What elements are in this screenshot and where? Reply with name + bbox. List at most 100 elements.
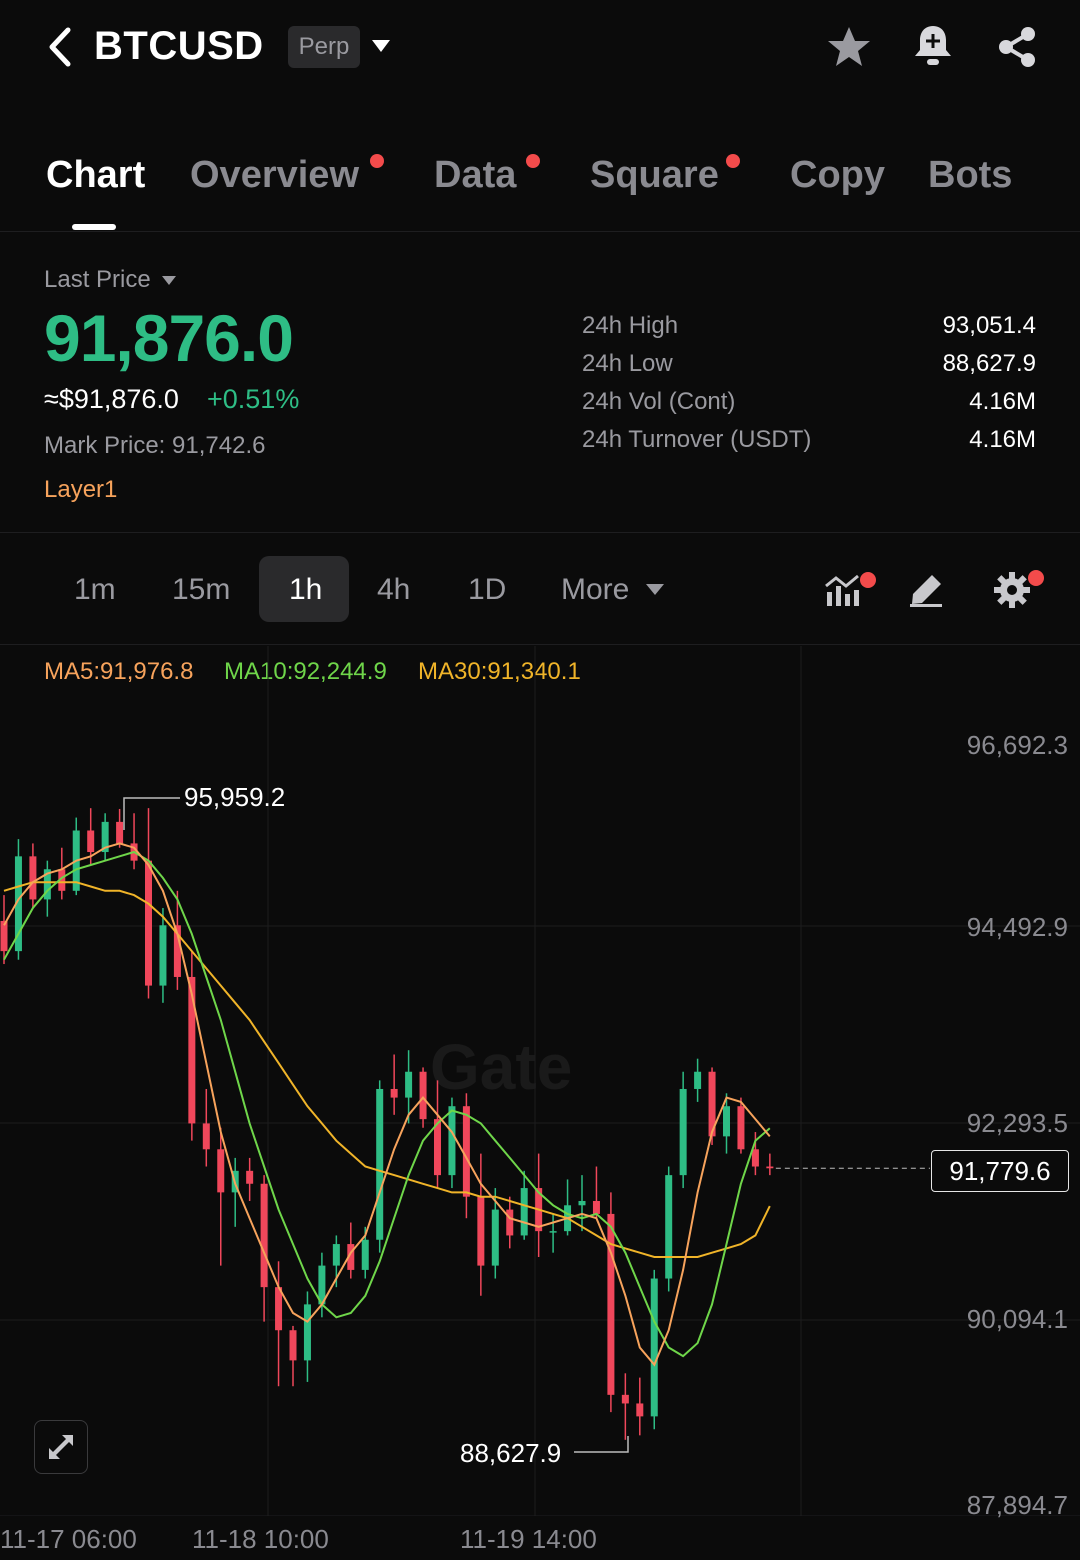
candle-up [549,1231,557,1233]
stat-24h-low-label: 24h Low [582,350,673,377]
candle-up [679,1088,687,1176]
tab-data[interactable]: Data [434,154,516,197]
timeframe-4h[interactable]: 4h [377,574,410,638]
y-axis-label: 94,492.9 [966,912,1068,942]
candle-up [650,1278,658,1417]
candle-down [636,1403,644,1417]
timeframe-more[interactable]: More [561,574,629,638]
candle-down [87,830,95,853]
candle-down [260,1183,268,1288]
symbol-title[interactable]: BTCUSD [94,24,264,69]
candle-down [202,1123,210,1150]
mark-price-label: Mark Price: [44,432,166,459]
period-high-label: 95,959.2 [184,782,286,812]
candle-down [737,1106,745,1150]
last-price-dropdown-icon[interactable] [162,276,176,286]
y-axis-label: 90,094.1 [966,1304,1068,1334]
indicators-notification-dot [860,572,876,588]
current-price-marker: 91,779.6 [931,1150,1069,1192]
favorite-star-icon[interactable] [826,24,872,70]
stat-24h-high-value: 93,051.4 [942,312,1036,339]
candle-down [145,860,152,986]
period-low-label: 88,627.9 [460,1438,562,1468]
tab-square-notification-dot [726,154,740,168]
candle-up [361,1239,369,1270]
mark-price: Mark Price: 91,742.6 [44,432,265,460]
mark-price-value: 91,742.6 [172,432,266,459]
candle-up [665,1175,673,1279]
price-change-percent: +0.51% [207,384,300,414]
candle-up [520,1188,528,1236]
back-arrow-icon[interactable] [40,22,80,72]
category-tag[interactable]: Layer1 [44,476,117,504]
expand-icon [49,1435,73,1459]
candle-down [607,1213,615,1395]
candle-up [578,1200,586,1206]
candle-down [0,920,8,952]
candlestick-chart[interactable] [0,646,1080,1516]
candle-up [723,1106,730,1137]
usd-price-value: ≈$91,876.0 [44,384,179,414]
stat-24h-vol-value: 4.16M [969,388,1036,415]
candle-down [246,1170,254,1184]
x-axis-label: 11-17 06:00 [0,1524,137,1554]
candle-down [592,1200,600,1214]
active-tab-indicator [72,224,116,230]
toolbar-divider [0,644,1080,645]
candle-down [419,1071,427,1120]
timeframe-1d[interactable]: 1D [468,574,506,638]
candle-down [506,1209,514,1236]
symbol-dropdown-icon[interactable] [372,40,390,54]
tabs-divider [0,231,1080,232]
y-axis-label: 87,894.7 [966,1490,1068,1520]
candle-up [303,1304,311,1361]
chart-settings-gear-icon[interactable] [992,570,1032,610]
last-price-label[interactable]: Last Price [44,266,151,294]
indicators-icon[interactable] [824,572,864,608]
candle-down [621,1394,629,1404]
tab-overview-notification-dot [370,154,384,168]
candle-up [159,925,167,986]
drawing-tool-icon[interactable] [908,572,944,608]
x-axis-label: 11-19 14:00 [460,1524,597,1554]
tab-overview[interactable]: Overview [190,154,359,197]
y-axis-label: 92,293.5 [966,1108,1068,1138]
stat-24h-turnover-value: 4.16M [969,426,1036,453]
candle-down [217,1149,225,1193]
stat-24h-turnover-label: 24h Turnover (USDT) [582,426,812,453]
high-leader-line [123,797,180,830]
candle-down [462,1106,470,1197]
candle-down [477,1196,485,1266]
price-divider [0,532,1080,533]
stat-24h-low-value: 88,627.9 [942,350,1036,377]
tab-copy[interactable]: Copy [790,154,885,197]
more-dropdown-icon[interactable] [646,584,664,596]
tab-data-notification-dot [526,154,540,168]
last-price-value: 91,876.0 [44,301,294,375]
candle-down [751,1149,759,1167]
timeframe-1m[interactable]: 1m [74,574,116,638]
tab-chart[interactable]: Chart [46,154,145,197]
settings-notification-dot [1028,570,1044,586]
share-icon[interactable] [994,24,1040,70]
timeframe-15m[interactable]: 15m [172,574,230,638]
tab-bots[interactable]: Bots [928,154,1012,197]
y-axis-label: 96,692.3 [966,730,1068,760]
candle-up [376,1088,384,1240]
candle-down [116,821,124,844]
candle-up [332,1244,340,1266]
tab-square[interactable]: Square [590,154,719,197]
ma30-line [3,881,771,1258]
price-alert-bell-icon[interactable] [910,22,956,70]
low-leader-line [574,1436,629,1453]
candle-down [766,1166,774,1169]
stat-24h-vol-label: 24h Vol (Cont) [582,388,736,415]
stat-24h-high-label: 24h High [582,312,679,339]
fullscreen-button[interactable] [34,1420,88,1474]
candle-up [405,1071,413,1098]
candle-down [29,856,37,900]
candle-up [448,1106,456,1176]
candle-down [390,1088,398,1098]
candle-down [275,1287,283,1331]
timeframe-1h[interactable]: 1h [289,574,322,638]
